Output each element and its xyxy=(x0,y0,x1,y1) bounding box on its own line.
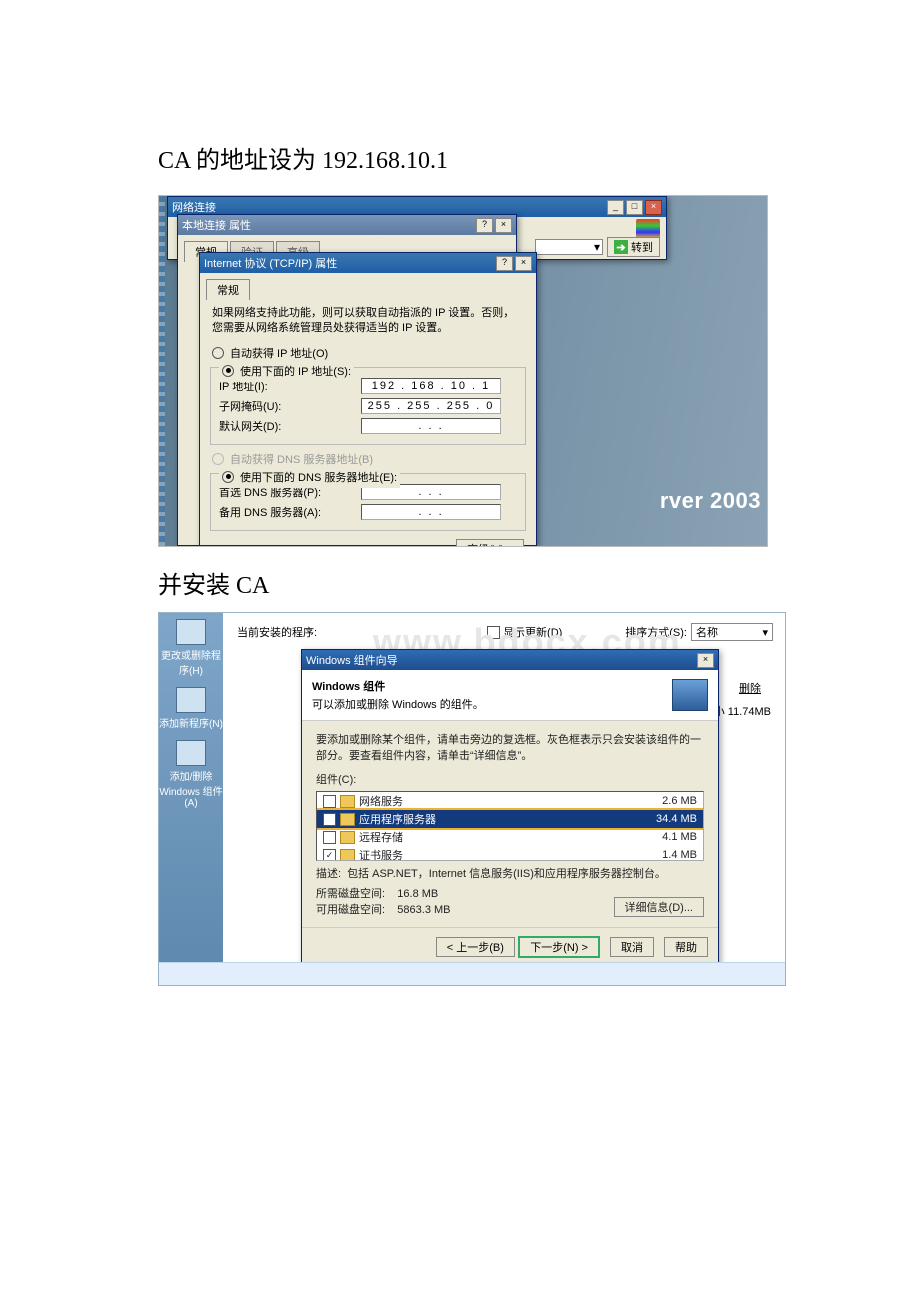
component-size: 4.1 MB xyxy=(662,831,697,843)
component-size: 34.4 MB xyxy=(656,813,697,825)
subnet-mask-input[interactable]: 255 . 255 . 255 . 0 xyxy=(361,398,501,414)
component-row[interactable]: 应用程序服务器 34.4 MB xyxy=(317,810,703,828)
component-size: 1.4 MB xyxy=(662,849,697,861)
screenshot-network: 网络连接 _ □ × ▾ ➔转到 本地连接 属性 ? × xyxy=(158,195,768,547)
radio-use-dns[interactable]: 使用下面的 DNS 服务器地址(E): xyxy=(222,469,397,485)
local-connection-titlebar: 本地连接 属性 ? × xyxy=(178,215,516,235)
help-button[interactable]: ? xyxy=(496,256,513,271)
delete-link[interactable]: 删除 xyxy=(729,679,771,697)
components-label: 组件(C): xyxy=(316,771,704,787)
label-adns: 备用 DNS 服务器(A): xyxy=(219,504,349,520)
component-name: 证书服务 xyxy=(359,847,403,861)
component-icon xyxy=(340,813,355,826)
radio-auto-ip[interactable]: 自动获得 IP 地址(O) xyxy=(212,345,524,361)
radio-use-ip[interactable]: 使用下面的 IP 地址(S): xyxy=(222,363,351,379)
radio-dot-on xyxy=(222,471,234,483)
wizard-title: Windows 组件向导 xyxy=(306,652,398,668)
free-label: 可用磁盘空间: xyxy=(316,904,385,916)
go-button[interactable]: ➔转到 xyxy=(607,237,660,257)
next-button[interactable]: 下一步(N) > xyxy=(518,936,600,958)
wizard-instruction: 要添加或删除某个组件，请单击旁边的复选框。灰色框表示只会安装该组件的一部分。要查… xyxy=(316,731,704,763)
minimize-button[interactable]: _ xyxy=(607,200,624,215)
network-connections-title: 网络连接 xyxy=(172,199,216,215)
close-button[interactable]: × xyxy=(495,218,512,233)
tcpip-titlebar: Internet 协议 (TCP/IP) 属性 ? × xyxy=(200,253,536,273)
wizard-header: Windows 组件 可以添加或删除 Windows 的组件。 xyxy=(302,670,718,721)
component-icon xyxy=(340,849,355,862)
component-name: 网络服务 xyxy=(359,793,403,809)
wizard-titlebar: Windows 组件向导 × xyxy=(302,650,718,670)
component-checkbox[interactable] xyxy=(323,795,336,808)
help-button[interactable]: ? xyxy=(476,218,493,233)
change-remove-icon xyxy=(176,619,206,645)
footer-bar xyxy=(159,962,785,985)
component-row[interactable]: 网络服务 2.6 MB xyxy=(317,792,703,810)
component-name: 应用程序服务器 xyxy=(359,811,436,827)
radio-dot-disabled xyxy=(212,453,224,465)
component-size: 2.6 MB xyxy=(662,795,697,807)
windows-components-wizard: Windows 组件向导 × Windows 组件 可以添加或删除 Window… xyxy=(301,649,719,967)
free-val: 5863.3 MB xyxy=(397,904,450,916)
component-icon xyxy=(340,831,355,844)
component-row[interactable]: 远程存储 4.1 MB xyxy=(317,828,703,846)
advanced-button[interactable]: 高级(V)... xyxy=(456,539,524,547)
need-val: 16.8 MB xyxy=(397,888,438,900)
go-arrow-icon: ➔ xyxy=(614,240,628,254)
tcpip-info-text: 如果网络支持此功能，则可以获取自动指派的 IP 设置。否则，您需要从网络系统管理… xyxy=(200,300,536,342)
component-checkbox[interactable] xyxy=(323,831,336,844)
side-add-new[interactable]: 添加新程序(N) xyxy=(159,687,223,730)
radio-dot xyxy=(212,347,224,359)
wizard-head-bold: Windows 组件 xyxy=(312,678,484,694)
add-win-icon xyxy=(176,740,206,766)
side-panel: 更改或删除程序(H) 添加新程序(N) 添加/删除 Windows 组件(A) xyxy=(159,613,223,986)
cancel-button[interactable]: 取消 xyxy=(610,937,654,957)
component-icon xyxy=(340,795,355,808)
desc-text: 包括 ASP.NET，Internet 信息服务(IIS)和应用程序服务器控制台… xyxy=(347,865,704,881)
back-button[interactable]: < 上一步(B) xyxy=(436,937,515,957)
doc-heading-1: CA 的地址设为 192.168.10.1 xyxy=(158,140,762,175)
label-gateway: 默认网关(D): xyxy=(219,418,349,434)
maximize-button[interactable]: □ xyxy=(626,200,643,215)
main-area: www.bdocx.com 当前安装的程序: 显示更新(D) 排序方式(S): … xyxy=(223,613,785,985)
close-button[interactable]: × xyxy=(645,200,662,215)
local-connection-title: 本地连接 属性 xyxy=(182,217,251,233)
need-label: 所需磁盘空间: xyxy=(316,888,385,900)
label-mask: 子网掩码(U): xyxy=(219,398,349,414)
components-list[interactable]: 网络服务 2.6 MB 应用程序服务器 34.4 MB 远程存储 4.1 MB 证书服务 1.… xyxy=(316,791,704,861)
details-button[interactable]: 详细信息(D)... xyxy=(614,897,704,917)
side-change-remove[interactable]: 更改或删除程序(H) xyxy=(159,619,223,677)
tcpip-properties-window: Internet 协议 (TCP/IP) 属性 ? × 常规 如果网络支持此功能… xyxy=(199,252,537,546)
desc-label: 描述: xyxy=(316,865,341,881)
alt-dns-input[interactable]: . . . xyxy=(361,504,501,520)
ip-address-input[interactable]: 192 . 168 . 10 . 1 xyxy=(361,378,501,394)
radio-dot-on xyxy=(222,365,234,377)
windows-server-brand-text: rver 2003 xyxy=(660,488,761,514)
left-edge-decoration xyxy=(159,196,165,546)
radio-auto-dns: 自动获得 DNS 服务器地址(B) xyxy=(212,451,524,467)
close-button[interactable]: × xyxy=(515,256,532,271)
component-row[interactable]: 证书服务 1.4 MB xyxy=(317,846,703,861)
component-checkbox[interactable] xyxy=(323,849,336,862)
sort-label: 排序方式(S): xyxy=(625,624,687,640)
screenshot-add-remove: 更改或删除程序(H) 添加新程序(N) 添加/删除 Windows 组件(A) … xyxy=(158,612,786,986)
help-button[interactable]: 帮助 xyxy=(664,937,708,957)
address-combo[interactable]: ▾ xyxy=(535,239,603,255)
show-updates-label: 显示更新(D) xyxy=(503,624,562,640)
tab-general[interactable]: 常规 xyxy=(206,279,250,300)
wizard-header-icon xyxy=(672,679,708,711)
tcpip-title: Internet 协议 (TCP/IP) 属性 xyxy=(204,255,337,271)
currently-installed-label: 当前安装的程序: xyxy=(237,624,317,640)
gateway-input[interactable]: . . . xyxy=(361,418,501,434)
close-button[interactable]: × xyxy=(697,653,714,668)
add-new-icon xyxy=(176,687,206,713)
component-name: 远程存储 xyxy=(359,829,403,845)
windows-flag-icon xyxy=(636,219,660,239)
show-updates-checkbox[interactable] xyxy=(487,626,500,639)
doc-heading-2: 并安装 CA xyxy=(158,565,762,600)
chevron-down-icon: ▾ xyxy=(762,626,768,639)
side-add-windows-components[interactable]: 添加/删除 Windows 组件(A) xyxy=(159,740,223,809)
wizard-head-sub: 可以添加或删除 Windows 的组件。 xyxy=(312,699,484,711)
component-checkbox[interactable] xyxy=(323,813,336,826)
sort-select[interactable]: 名称▾ xyxy=(691,623,773,641)
